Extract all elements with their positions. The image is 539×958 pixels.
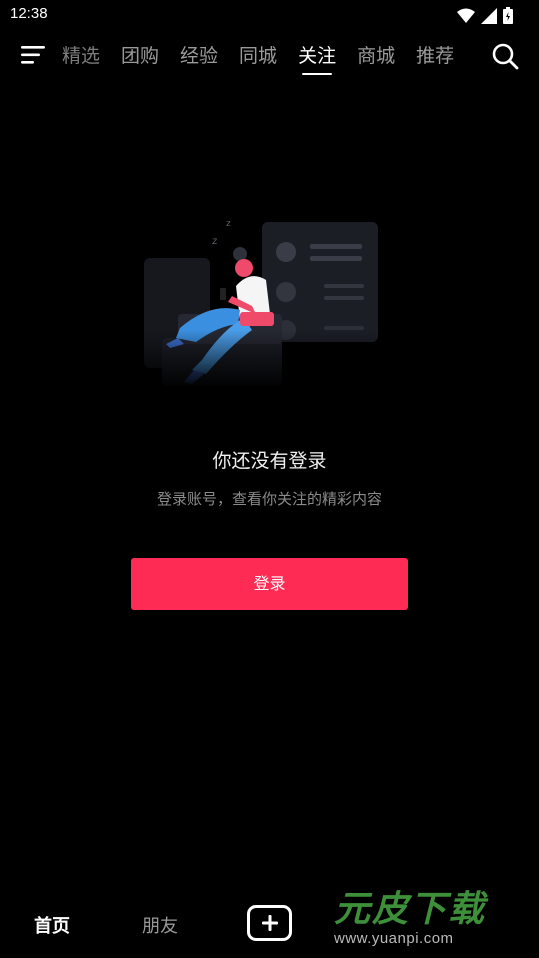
login-button[interactable]: 登录 [131,558,408,610]
status-time: 12:38 [10,5,48,22]
watermark-url: www.yuanpi.com [334,930,454,947]
top-tabs: 精选 团购 经验 同城 关注 商城 推荐 [62,36,475,80]
tab-local[interactable]: 同城 [239,36,277,76]
status-bar: 12:38 [0,0,539,30]
svg-text:z: z [226,219,231,229]
battery-icon [503,7,513,24]
top-nav: 精选 团购 经验 同城 关注 商城 推荐 [0,36,539,80]
sleeping-person-illustration: z z [140,219,400,390]
tab-group-buy[interactable]: 团购 [121,36,159,76]
create-post-button[interactable] [247,905,292,941]
signal-icon [481,7,497,24]
tab-experience[interactable]: 经验 [180,36,218,76]
tab-following[interactable]: 关注 [298,36,336,76]
watermark-brand: 元皮下载 [334,889,487,930]
empty-state-subtitle: 登录账号，查看你关注的精彩内容 [156,490,382,508]
watermark-logo: 元皮下载 www.yuanpi.com [334,880,529,950]
empty-state-title: 你还没有登录 [212,450,327,472]
search-icon[interactable] [491,42,519,70]
bottom-tab-home[interactable]: 首页 [34,912,70,938]
wifi-icon [457,8,475,23]
tab-recommend[interactable]: 推荐 [416,36,454,76]
tab-featured[interactable]: 精选 [62,36,100,76]
menu-icon[interactable] [20,44,46,66]
svg-text:z: z [212,236,217,247]
status-icons [457,7,513,24]
bottom-tab-friends[interactable]: 朋友 [142,912,178,938]
tab-mall[interactable]: 商城 [357,36,395,76]
